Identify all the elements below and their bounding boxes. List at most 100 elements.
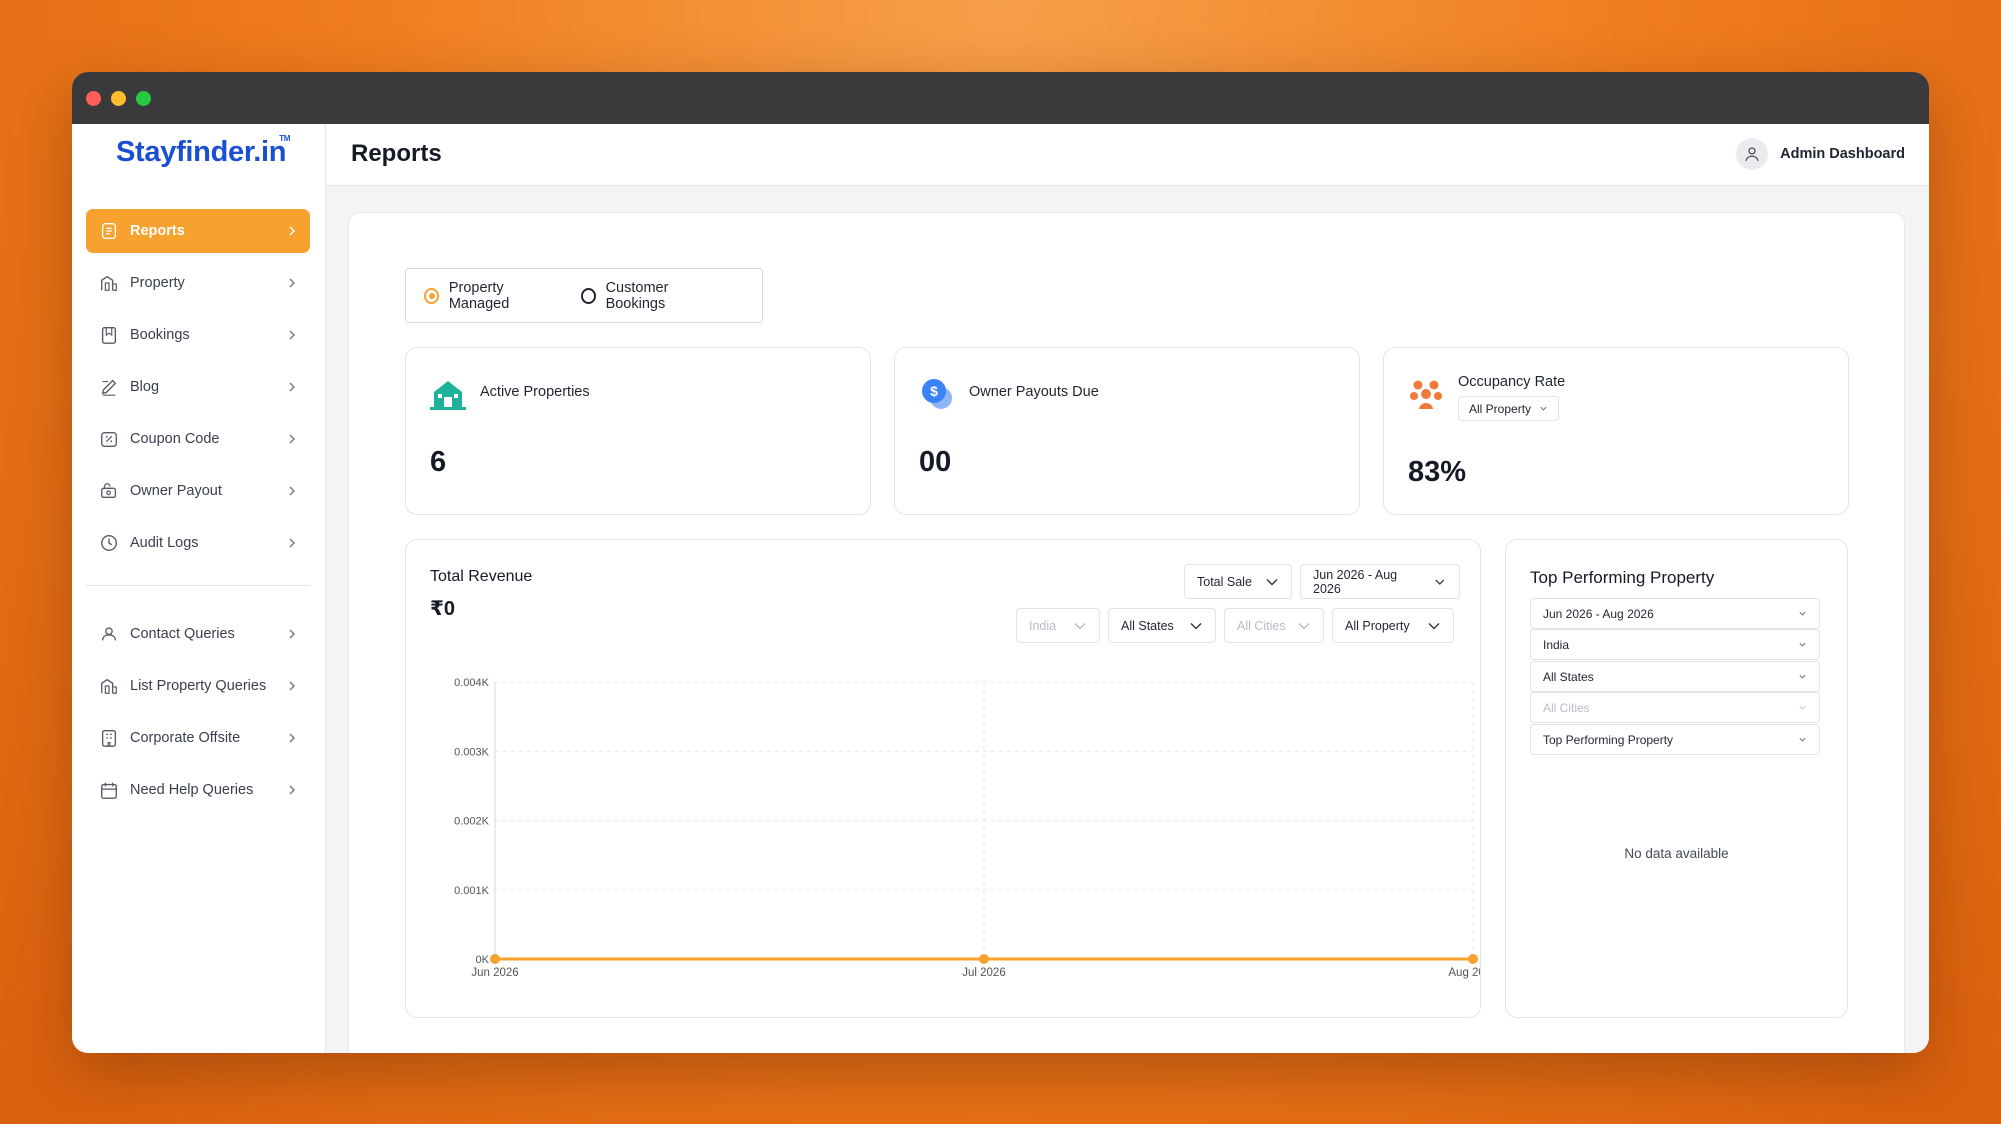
occupancy-property-select[interactable]: All Property xyxy=(1458,396,1560,421)
x-tick-label: Jun 2026 xyxy=(471,967,518,979)
chevron-right-icon xyxy=(289,382,295,392)
revenue-line-chart: 0K 0.001K 0.002K 0.003K 0.004K Jun 2026 Jul 20… xyxy=(454,677,1480,979)
card-title: Top Performing Property xyxy=(1530,568,1715,587)
sidebar-item-need-help-queries[interactable]: Need Help Queries xyxy=(86,768,310,812)
sidebar-item-owner-payout[interactable]: Owner Payout xyxy=(86,469,310,513)
radio-unchecked-icon xyxy=(580,287,596,304)
sidebar-item-label: Contact Queries xyxy=(130,626,235,642)
top-filter-select[interactable]: All Cities xyxy=(1530,692,1820,723)
empty-state: No data available xyxy=(1624,846,1729,861)
x-tick-label: Aug 2026 xyxy=(1448,967,1480,979)
top-filter-select[interactable]: Jun 2026 - Aug 2026 xyxy=(1530,598,1820,629)
app-window: Stayfinder.in TM Reports Property Bookin… xyxy=(72,72,1929,1053)
chevron-right-icon xyxy=(289,538,295,548)
sidebar-nav: Reports Property Bookings Blog Coupon Co… xyxy=(86,209,310,820)
property-icon xyxy=(98,675,120,697)
group-icon xyxy=(1408,376,1444,412)
chevron-right-icon xyxy=(289,733,295,743)
chevron-down-icon xyxy=(1799,737,1806,742)
top-bar: Reports Admin Dashboard xyxy=(326,124,1929,186)
stat-title: Occupancy Rate xyxy=(1458,374,1566,390)
chevron-down-icon xyxy=(1799,642,1806,647)
brand-logo[interactable]: Stayfinder.in TM xyxy=(116,134,290,169)
sidebar-item-list-property-queries[interactable]: List Property Queries xyxy=(86,664,310,708)
minimize-window-button[interactable] xyxy=(111,91,126,106)
sidebar-item-label: Property xyxy=(130,275,185,291)
select-value: All Property xyxy=(1469,401,1532,416)
stat-title: Owner Payouts Due xyxy=(969,384,1099,400)
sidebar-item-property[interactable]: Property xyxy=(86,261,310,305)
logo-part2: finder.in xyxy=(176,136,287,168)
radio-label: Property Managed xyxy=(448,279,510,312)
chevron-down-icon xyxy=(1799,705,1806,710)
select-value: All Cities xyxy=(1543,700,1590,715)
stat-card-active-properties: Active Properties 6 xyxy=(405,347,871,515)
trademark: TM xyxy=(279,134,291,143)
nav-divider xyxy=(86,585,310,586)
bookings-icon xyxy=(98,324,120,346)
sidebar-item-label: List Property Queries xyxy=(130,678,267,694)
sidebar: Stayfinder.in TM Reports Property Bookin… xyxy=(72,124,326,1053)
sidebar-item-contact-queries[interactable]: Contact Queries xyxy=(86,612,310,656)
data-point xyxy=(1468,954,1478,964)
contact-icon xyxy=(98,623,120,645)
data-point xyxy=(490,954,500,964)
reports-panel: Property Managed Customer Bookings Activ… xyxy=(348,212,1905,1053)
user-avatar-icon xyxy=(1736,138,1769,170)
top-filter-select[interactable]: India xyxy=(1530,629,1820,660)
sidebar-item-coupon-code[interactable]: Coupon Code xyxy=(86,417,310,461)
chevron-down-icon xyxy=(1799,674,1806,679)
y-tick-label: 0.003K xyxy=(454,746,490,758)
stat-value: 00 xyxy=(919,446,952,478)
maximize-window-button[interactable] xyxy=(136,91,151,106)
reports-icon xyxy=(98,220,120,242)
x-tick-label: Jul 2026 xyxy=(962,967,1005,979)
calendar-icon xyxy=(98,779,120,801)
house-icon xyxy=(430,376,466,412)
stat-card-owner-payouts: $ Owner Payouts Due 00 xyxy=(894,347,1360,515)
radio-property-managed[interactable]: Property Managed xyxy=(424,280,557,312)
page-title: Reports xyxy=(351,140,442,167)
blog-icon xyxy=(98,376,120,398)
sidebar-item-blog[interactable]: Blog xyxy=(86,365,310,409)
building-icon xyxy=(98,727,120,749)
radio-checked-icon xyxy=(424,287,439,304)
top-filter-select[interactable]: All States xyxy=(1530,661,1820,692)
close-window-button[interactable] xyxy=(86,91,101,106)
user-name: Admin Dashboard xyxy=(1780,146,1905,162)
y-tick-label: 0.002K xyxy=(454,816,490,828)
select-value: Top Performing Property xyxy=(1543,732,1674,747)
stat-title: Active Properties xyxy=(480,384,590,400)
stat-value: 83% xyxy=(1408,456,1467,488)
main-content: Property Managed Customer Bookings Activ… xyxy=(326,186,1929,1053)
clock-icon xyxy=(98,532,120,554)
chevron-down-icon xyxy=(1540,406,1547,411)
sidebar-item-label: Audit Logs xyxy=(130,535,199,551)
data-point xyxy=(979,954,989,964)
sidebar-item-corporate-offsite[interactable]: Corporate Offsite xyxy=(86,716,310,760)
chevron-right-icon xyxy=(289,434,295,444)
y-tick-label: 0K xyxy=(476,954,490,966)
radio-customer-bookings[interactable]: Customer Bookings xyxy=(580,280,720,312)
sidebar-item-reports[interactable]: Reports xyxy=(86,209,310,253)
sidebar-item-bookings[interactable]: Bookings xyxy=(86,313,310,357)
chevron-right-icon xyxy=(289,681,295,691)
property-icon xyxy=(98,272,120,294)
y-tick-label: 0.001K xyxy=(454,885,490,897)
chevron-right-icon xyxy=(289,330,295,340)
chevron-right-icon xyxy=(289,785,295,795)
coupon-icon xyxy=(98,428,120,450)
user-menu[interactable]: Admin Dashboard xyxy=(1736,138,1905,170)
select-value: India xyxy=(1543,637,1570,652)
top-filter-select[interactable]: Top Performing Property xyxy=(1530,724,1820,755)
y-tick-label: 0.004K xyxy=(454,677,490,689)
svg-text:$: $ xyxy=(930,383,938,399)
payout-icon xyxy=(98,480,120,502)
select-value: Jun 2026 - Aug 2026 xyxy=(1543,606,1654,621)
sidebar-item-label: Bookings xyxy=(130,327,190,343)
total-revenue-card: Total Revenue ₹0 Total Sale Jun 2026 - A… xyxy=(405,539,1481,1018)
sidebar-item-audit-logs[interactable]: Audit Logs xyxy=(86,521,310,565)
report-type-toggle: Property Managed Customer Bookings xyxy=(405,268,763,323)
title-bar xyxy=(72,72,1929,124)
select-value: All States xyxy=(1543,669,1594,684)
